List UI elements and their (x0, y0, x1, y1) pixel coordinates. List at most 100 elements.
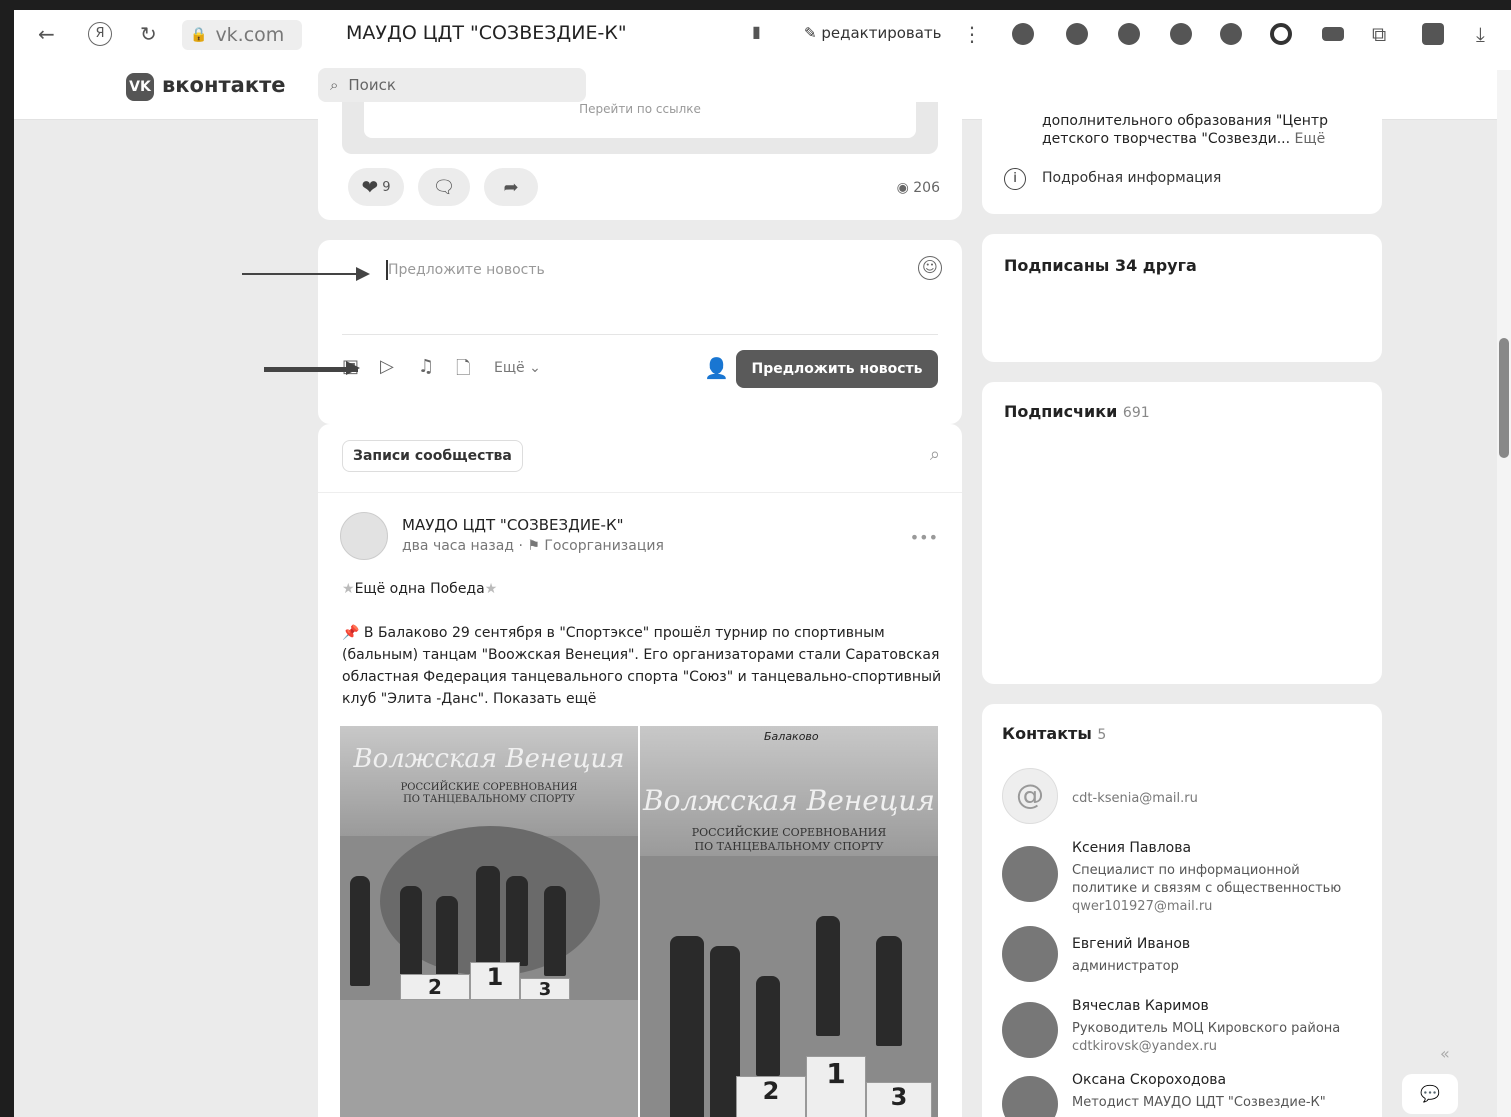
avatar[interactable] (1002, 846, 1058, 902)
podium-second: 2 (736, 1076, 806, 1117)
post-meta: два часа назад · ⚑ Госорганизация (402, 538, 664, 554)
views-count: 206 (913, 180, 940, 196)
extension-icon[interactable] (1118, 23, 1140, 45)
podium-second: 2 (400, 974, 470, 1000)
back-icon[interactable]: ← (38, 22, 55, 46)
about-line: детского творчества "Созвезди... (1042, 131, 1291, 147)
friends-title[interactable]: Подписаны 34 друга (1004, 256, 1197, 275)
contact-email[interactable]: qwer101927@mail.ru (1072, 898, 1341, 916)
extension-icon[interactable] (1422, 23, 1444, 45)
url-text: vk.com (215, 24, 285, 46)
contacts-label: Контакты (1002, 724, 1092, 743)
emoji-icon[interactable]: ☺ (918, 256, 942, 280)
edit-button[interactable]: ✎ редактировать (804, 24, 942, 42)
community-avatar[interactable] (340, 512, 388, 560)
address-bar[interactable]: 🔒 vk.com (182, 20, 302, 50)
contact-email[interactable]: cdtkirovsk@yandex.ru (1072, 1038, 1340, 1056)
separator-dot: · (518, 538, 528, 554)
person-figure (876, 936, 902, 1046)
vk-logo-icon[interactable]: VK (126, 73, 154, 101)
bookmark-icon[interactable]: ▮ (752, 22, 761, 41)
flag-icon: ⚑ (527, 538, 545, 554)
tab-title: МАУДО ЦДТ "СОЗВЕЗДИЕ-К" (346, 22, 627, 44)
chat-button[interactable]: 💬 (1402, 1074, 1458, 1114)
person-figure (476, 866, 500, 966)
about-more-link[interactable]: Ещё (1295, 131, 1326, 147)
photo-banner (340, 726, 638, 836)
edit-icon: ✎ (804, 24, 822, 42)
post-body: 📌 В Балаково 29 сентября в "Спортэксе" п… (342, 622, 942, 710)
page-scrollbar[interactable] (1497, 70, 1511, 1117)
scroll-thumb[interactable] (1499, 338, 1509, 458)
annotation-arrow (242, 267, 370, 281)
post-headline: ★Ещё одна Победа★ (342, 578, 497, 600)
search-icon[interactable]: ⌕ (930, 444, 940, 465)
contact-role: политике и связям с общественностью (1072, 881, 1342, 896)
extension-icon[interactable] (1170, 23, 1192, 45)
like-button[interactable]: ❤ 9 (348, 168, 404, 206)
org-type: Госорганизация (544, 538, 664, 554)
chevron-down-icon: ⌄ (524, 360, 541, 376)
contacts-title[interactable]: Контакты 5 (1002, 724, 1106, 743)
contact-name[interactable]: Ксения Павлова (1072, 840, 1191, 856)
link-preview[interactable]: Перейти по ссылке (342, 102, 938, 154)
extension-icon[interactable] (1066, 23, 1088, 45)
person-figure (400, 886, 422, 976)
subscribers-card: Подписчики 691 (982, 382, 1382, 684)
suggest-input[interactable]: Предложите новость (388, 262, 545, 278)
suggest-news-button[interactable]: Предложить новость (736, 350, 938, 388)
show-more-link[interactable]: Показать ещё (493, 691, 596, 707)
tab-community-posts[interactable]: Записи сообщества (342, 440, 523, 472)
share-button[interactable]: ➦ (484, 168, 538, 206)
video-icon[interactable]: ▷ (380, 356, 394, 377)
post-line: областная Федерация танцевального спорта… (342, 669, 942, 685)
puzzle-icon[interactable]: ⧉ (1372, 22, 1386, 46)
extension-icon[interactable] (1012, 23, 1034, 45)
document-icon[interactable]: 🗋 (456, 356, 470, 386)
opera-icon[interactable] (1270, 23, 1292, 45)
extension-icon[interactable] (1220, 23, 1242, 45)
photo-city: Балаково (764, 730, 819, 743)
contact-role: Руководитель МОЦ Кировского района (1072, 1021, 1341, 1036)
details-link[interactable]: Подробная информация (1042, 170, 1221, 186)
contact-role: Специалист по информационной (1072, 863, 1300, 878)
contact-details: Руководитель МОЦ Кировского района cdtki… (1072, 1020, 1340, 1056)
post-photo[interactable]: Балаково Волжская Венеция РОССИЙСКИЕ СОР… (640, 726, 938, 1117)
post-photo[interactable]: Волжская Венеция РОССИЙСКИЕ СОРЕВНОВАНИЯ… (340, 726, 638, 1117)
contacts-card: Контакты 5 @ cdt-ksenia@mail.ru Ксения П… (982, 704, 1382, 1117)
photo-floor (340, 1000, 638, 1117)
divider (342, 334, 938, 335)
contact-name[interactable]: Евгений Иванов (1072, 936, 1190, 952)
post-time[interactable]: два часа назад (402, 538, 514, 554)
contact-email[interactable]: cdt-ksenia@mail.ru (1072, 790, 1198, 808)
comment-button[interactable]: 🗨 (418, 168, 470, 206)
more-attachments-button[interactable]: Ещё ⌄ (494, 360, 541, 376)
contact-name[interactable]: Оксана Скороходова (1072, 1072, 1226, 1088)
friends-card: Подписаны 34 друга (982, 234, 1382, 362)
person-figure (506, 876, 528, 966)
previous-post-card: Перейти по ссылке ❤ 9 🗨 ➦ ◉ 206 (318, 102, 962, 220)
search-input[interactable]: ⌕ Поиск (318, 68, 586, 102)
post-author[interactable]: МАУДО ЦДТ "СОЗВЕЗДИЕ-К" (402, 516, 624, 534)
photo-banner-title: Волжская Венеция (353, 744, 625, 774)
podium-third: 3 (520, 978, 570, 1000)
subscribers-count: 691 (1122, 405, 1150, 421)
person-figure (350, 876, 370, 986)
search-icon: ⌕ (330, 76, 339, 94)
reload-icon[interactable]: ↻ (140, 22, 157, 46)
avatar[interactable] (1002, 926, 1058, 982)
collapse-icon[interactable]: « (1440, 1044, 1450, 1063)
subscribers-title[interactable]: Подписчики 691 (1004, 402, 1150, 421)
author-icon[interactable]: 👤 (704, 356, 729, 380)
more-icon[interactable]: ⋮ (962, 22, 982, 46)
post-menu-icon[interactable]: ••• (910, 528, 938, 547)
music-icon[interactable]: ♫ (418, 356, 434, 377)
extension-icon[interactable] (1322, 27, 1344, 41)
avatar[interactable] (1002, 1002, 1058, 1058)
download-icon[interactable]: ⤓ (1476, 22, 1485, 46)
yandex-icon[interactable]: Я (88, 22, 112, 46)
suggest-news-card: Предложите новость ☺ ▣ ▷ ♫ 🗋 Ещё ⌄ 👤 Пре… (318, 240, 962, 424)
vk-logo-text[interactable]: вконтакте (162, 73, 286, 97)
avatar[interactable] (1002, 1076, 1058, 1117)
contact-name[interactable]: Вячеслав Каримов (1072, 998, 1209, 1014)
